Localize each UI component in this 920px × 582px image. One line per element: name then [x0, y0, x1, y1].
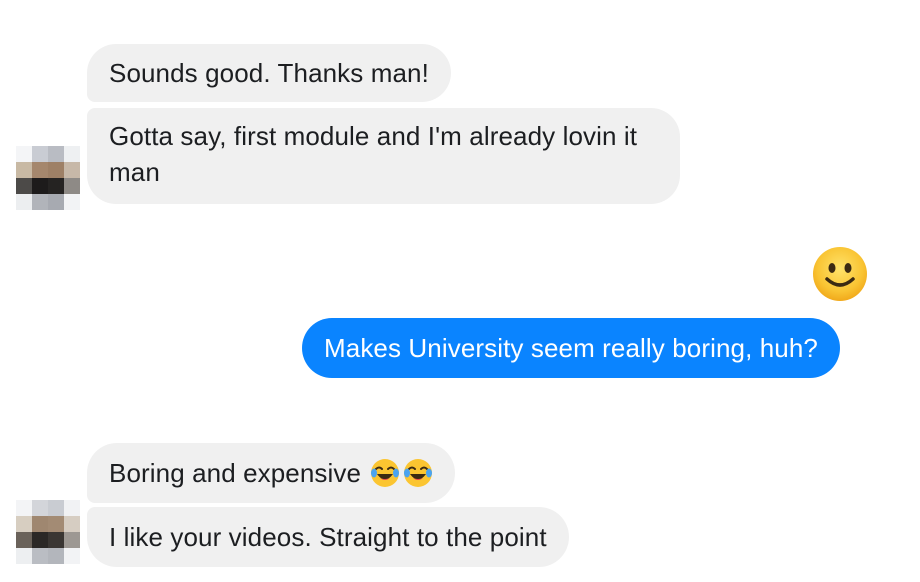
- tears-of-joy-icon: [371, 459, 400, 487]
- contact-avatar[interactable]: [16, 500, 80, 564]
- tears-of-joy-icon: [404, 459, 433, 487]
- message-text: Sounds good. Thanks man!: [109, 58, 429, 88]
- incoming-message[interactable]: I like your videos. Straight to the poin…: [87, 507, 569, 567]
- message-text: Gotta say, first module and I'm already …: [109, 121, 638, 187]
- incoming-message[interactable]: Boring and expensive: [87, 443, 456, 503]
- incoming-message[interactable]: Gotta say, first module and I'm already …: [87, 108, 680, 204]
- contact-avatar[interactable]: [16, 146, 80, 210]
- outgoing-message[interactable]: Makes University seem really boring, huh…: [302, 318, 840, 378]
- incoming-message[interactable]: Sounds good. Thanks man!: [87, 44, 451, 102]
- message-text: Makes University seem really boring, huh…: [324, 333, 818, 363]
- message-text: Boring and expensive: [109, 458, 362, 488]
- slightly-smiling-face-icon[interactable]: [812, 246, 868, 302]
- message-text: I like your videos. Straight to the poin…: [109, 522, 547, 552]
